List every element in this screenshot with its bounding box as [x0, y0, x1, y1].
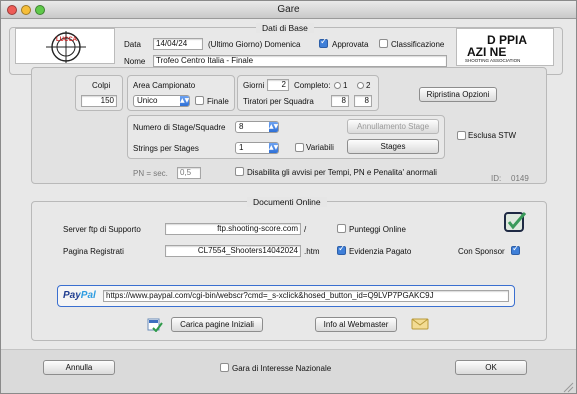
strings-selected: 1: [239, 143, 244, 152]
evidenzia-pagato-checkbox[interactable]: [337, 244, 346, 255]
pagina-registrati-field[interactable]: CL7554_Shooters14042024: [165, 245, 301, 257]
server-ftp-label: Server ftp di Supporto: [63, 225, 141, 234]
upload-pages-icon: [147, 316, 163, 333]
id-value: 0149: [511, 174, 529, 183]
stages-button[interactable]: Stages: [347, 139, 439, 154]
pn-label: PN = sec.: [133, 169, 168, 178]
title-bar: Gare: [1, 1, 576, 19]
variabili-label: Variabili: [306, 143, 334, 152]
completo-option-1[interactable]: 1: [334, 81, 347, 90]
ok-button[interactable]: OK: [455, 360, 527, 375]
finale-label: Finale: [207, 97, 229, 106]
interesse-nazionale-label: Gara di Interesse Nazionale: [232, 364, 332, 373]
radio-1-icon: [334, 82, 341, 89]
select-arrows-icon: ▲▼: [269, 143, 279, 153]
classificazione-label: Classificazione: [391, 40, 445, 49]
doppia-logo-sub: SHOOTING ASSOCIATION: [465, 58, 521, 63]
documenti-online-title: Documenti Online: [247, 197, 327, 207]
campionato-selected: Unico: [137, 96, 158, 105]
numero-stage-selected: 8: [239, 122, 244, 131]
annullamento-stage-button[interactable]: Annullamento Stage: [347, 119, 439, 134]
completo-option-2-label: 2: [366, 81, 371, 90]
server-ftp-field[interactable]: ftp.shooting-score.com: [165, 223, 301, 235]
disabilita-avvisi-checkbox[interactable]: [235, 167, 244, 176]
info-webmaster-button[interactable]: Info al Webmaster: [315, 317, 397, 332]
dati-di-base-title: Dati di Base: [256, 23, 314, 33]
completo-option-2[interactable]: 2: [357, 81, 370, 90]
lucca-logo: LUCCA: [15, 28, 115, 64]
disabilita-avvisi-label: Disabilita gli avvisi per Tempi, PN e Pe…: [247, 168, 437, 177]
select-arrows-icon: ▲▼: [269, 122, 279, 132]
esclusa-stw-label: Esclusa STW: [468, 131, 517, 140]
data-label: Data: [124, 40, 141, 49]
variabili-checkbox[interactable]: [295, 143, 304, 152]
doppia-azione-logo: D PPIA AZI NE SHOOTING ASSOCIATION: [456, 28, 554, 66]
finale-checkbox[interactable]: [195, 96, 204, 105]
con-sponsor-checkbox[interactable]: [511, 244, 520, 255]
tiratori-field-a[interactable]: 8: [331, 95, 349, 107]
email-icon: [411, 316, 429, 330]
evidenzia-pagato-label: Evidenzia Pagato: [349, 247, 412, 256]
gare-window: Gare Dati di Base LUCCA Data 14/04/24 (U…: [0, 0, 577, 394]
interesse-nazionale-checkbox[interactable]: [220, 363, 229, 372]
tiratori-field-b[interactable]: 8: [354, 95, 372, 107]
day-note: (Ultimo Giorno) Domenica: [208, 40, 301, 49]
paypal-logo-text: PayPal: [63, 290, 96, 301]
paypal-logo: PayPal: [63, 290, 96, 301]
numero-stage-label: Numero di Stage/Squadre: [133, 123, 226, 132]
tiratori-label: Tiratori per Squadra: [243, 97, 314, 106]
punteggi-online-checkbox[interactable]: [337, 224, 346, 233]
numero-stage-select[interactable]: 8 ▲▼: [235, 121, 279, 133]
pn-field[interactable]: 0,5: [177, 167, 201, 179]
sponsor-check-icon: [503, 210, 527, 234]
con-sponsor-label: Con Sponsor: [458, 247, 505, 256]
completo-label: Completo:: [294, 81, 331, 90]
esclusa-stw-checkbox[interactable]: [457, 131, 466, 140]
colpi-field[interactable]: 150: [81, 95, 117, 107]
approvata-label: Approvata: [332, 40, 369, 49]
lucca-logo-text: LUCCA: [56, 37, 77, 43]
campionato-label: Area Campionato: [133, 81, 196, 90]
punteggi-online-label: Punteggi Online: [349, 225, 406, 234]
nome-label: Nome: [124, 57, 146, 66]
select-arrows-icon: ▲▼: [180, 96, 190, 106]
radio-2-icon: [357, 82, 364, 89]
carica-pagine-iniziali-button[interactable]: Carica pagine Iniziali: [171, 317, 263, 332]
giorni-field[interactable]: 2: [267, 79, 289, 91]
campionato-select[interactable]: Unico ▲▼: [133, 95, 190, 107]
pagina-registrati-suffix: .htm: [304, 247, 320, 256]
resize-grip-icon[interactable]: [562, 381, 574, 393]
id-label: ID:: [491, 174, 502, 183]
paypal-url-field[interactable]: https://www.paypal.com/cgi-bin/webscr?cm…: [103, 290, 509, 302]
approvata-checkbox[interactable]: [319, 37, 328, 48]
completo-option-1-label: 1: [343, 81, 348, 90]
window-title: Gare: [277, 4, 300, 15]
strings-select[interactable]: 1 ▲▼: [235, 142, 279, 154]
doppia-logo-line2: AZI NE: [467, 45, 507, 59]
documenti-online-group: [31, 201, 547, 341]
ripristina-opzioni-button[interactable]: Ripristina Opzioni: [419, 87, 497, 102]
pagina-registrati-label: Pagina Registrati: [63, 247, 124, 256]
data-field[interactable]: 14/04/24: [153, 38, 203, 50]
nome-field[interactable]: Trofeo Centro Italia - Finale: [153, 55, 447, 67]
classificazione-checkbox[interactable]: [379, 39, 388, 48]
giorni-label: Giorni: [243, 81, 265, 90]
annulla-button[interactable]: Annulla: [43, 360, 115, 375]
strings-label: Strings per Stages: [133, 144, 199, 153]
colpi-label: Colpi: [92, 81, 111, 90]
server-ftp-suffix: /: [304, 225, 307, 234]
